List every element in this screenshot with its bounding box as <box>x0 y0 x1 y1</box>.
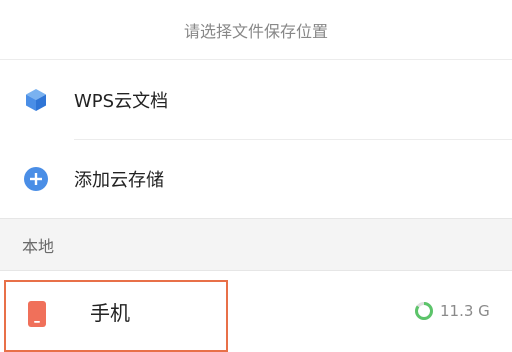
wps-cloud-item[interactable]: WPS云文档 <box>0 60 512 139</box>
plus-circle-icon <box>24 166 48 191</box>
phone-icon <box>28 301 46 327</box>
add-cloud-storage-label: 添加云存储 <box>74 169 164 191</box>
phone-label: 手机 <box>90 301 130 325</box>
add-cloud-storage-item[interactable]: 添加云存储 <box>0 139 512 218</box>
storage-value: 11.3 G <box>440 302 490 320</box>
local-section-header: 本地 <box>0 218 512 271</box>
storage-indicator: 11.3 G <box>414 301 490 321</box>
local-section-title: 本地 <box>22 236 55 256</box>
dialog-header: 请选择文件保存位置 <box>0 0 512 60</box>
header-title: 请选择文件保存位置 <box>183 21 328 41</box>
wps-cloud-label: WPS云文档 <box>74 90 169 112</box>
storage-ring-icon <box>415 302 433 320</box>
phone-storage-item[interactable]: 手机 11.3 G <box>0 271 512 352</box>
cube-icon <box>26 88 46 111</box>
